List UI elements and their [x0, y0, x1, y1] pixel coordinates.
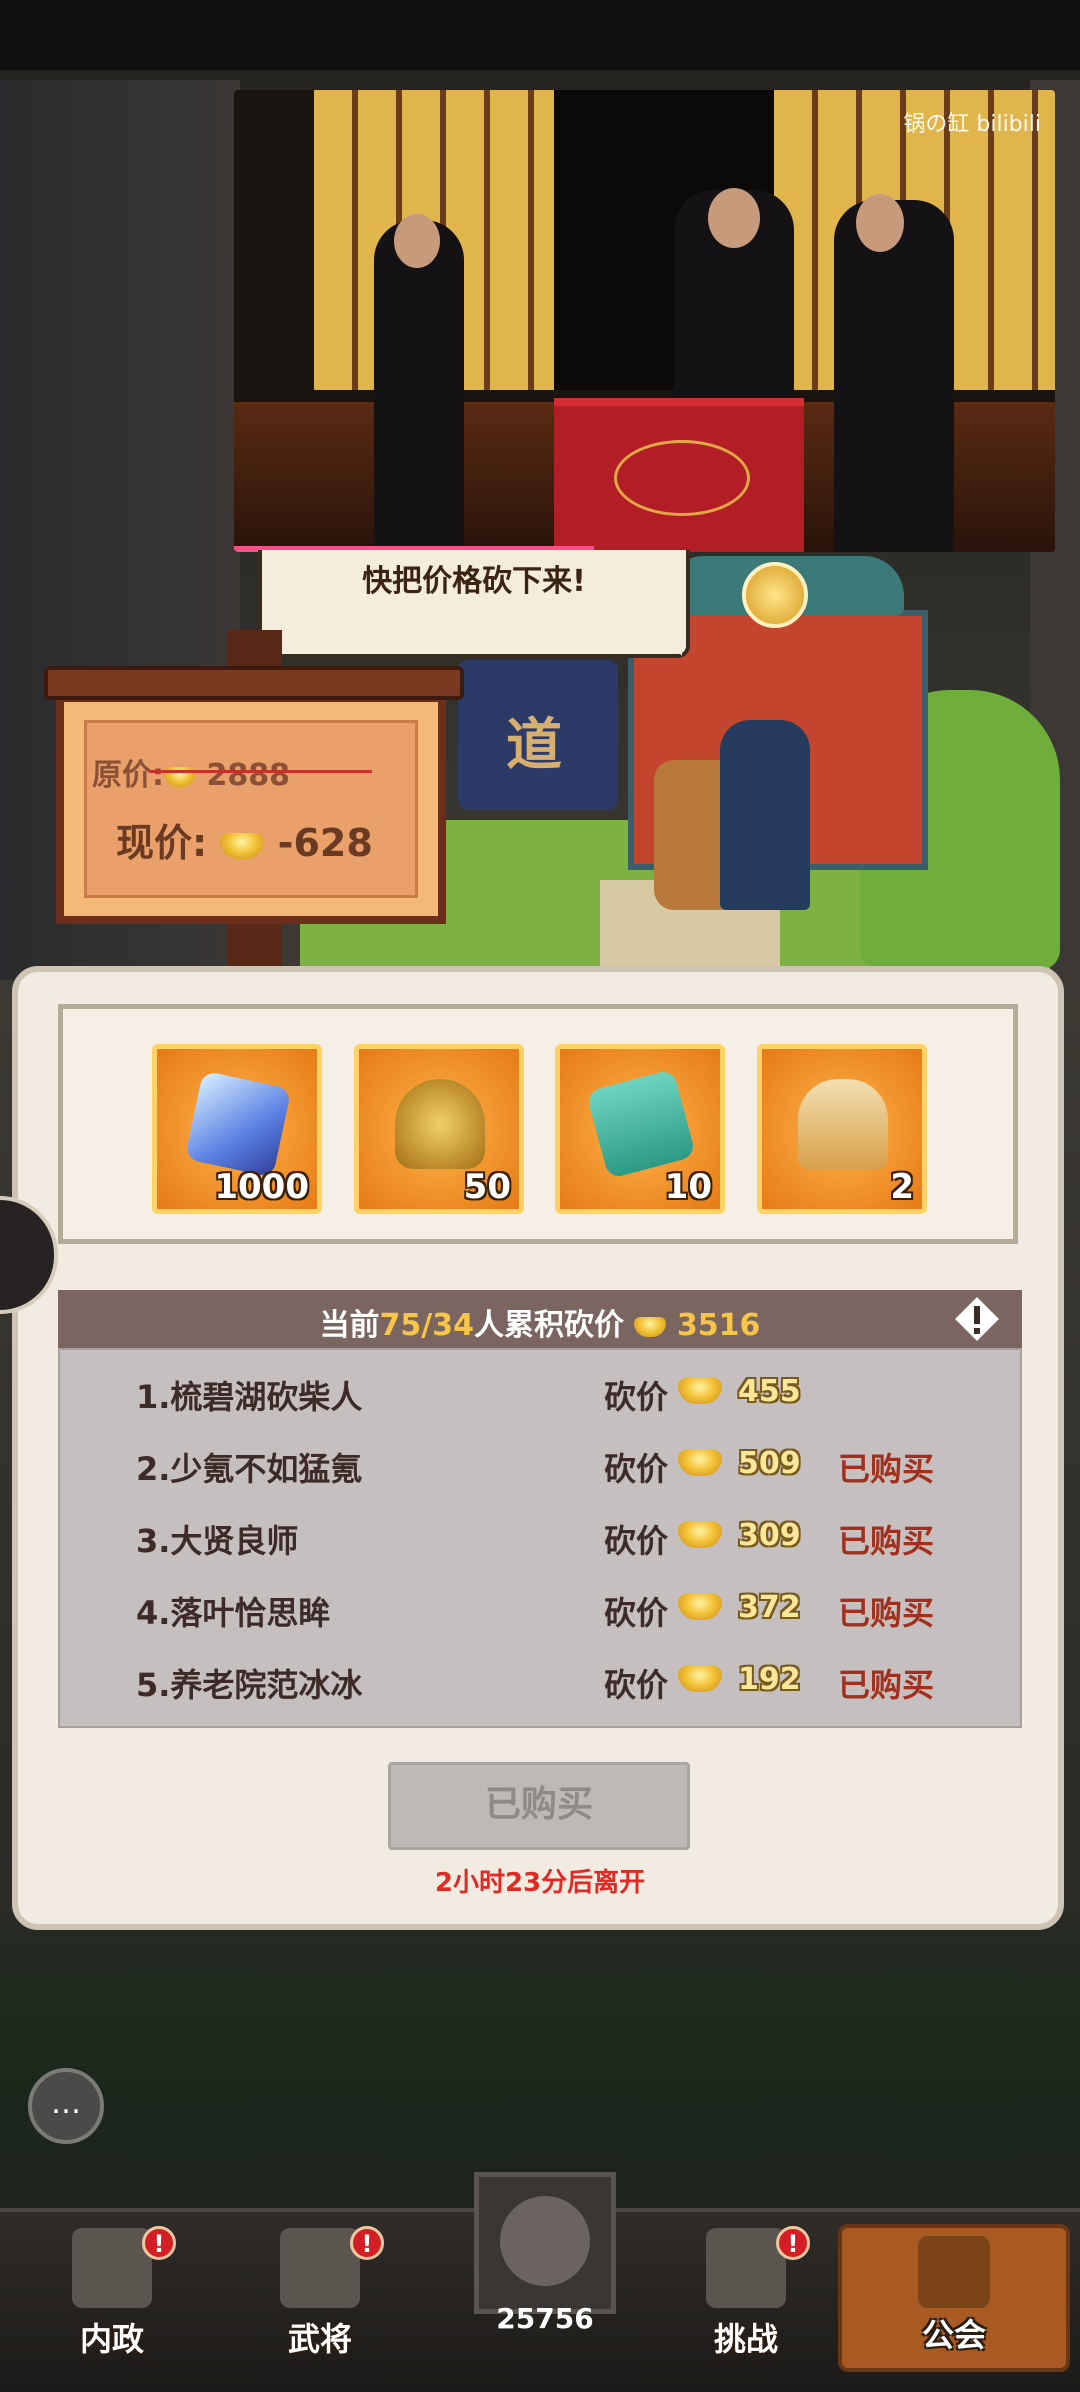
cut-label: 砍价 [604, 1378, 669, 1416]
leave-timer: 2小时23分后离开 [434, 1868, 646, 1898]
alert-badge: ! [350, 2226, 384, 2260]
coin-icon [742, 562, 808, 628]
gold-ingot-icon [634, 1316, 667, 1337]
current-price-label: 现价: [116, 821, 208, 865]
performer [374, 220, 464, 552]
boss-count: 25756 [496, 2302, 594, 2335]
chest-icon [706, 2228, 786, 2308]
cut-amount: 372 [738, 1590, 801, 1625]
bell-icon [395, 1079, 485, 1169]
cut-amount: 192 [738, 1662, 801, 1697]
cut-amount: 509 [738, 1446, 801, 1481]
bargainer-name: 4.落叶恰思眸 [136, 1594, 331, 1632]
cut-amount: 309 [738, 1518, 801, 1553]
nav-item-internal-affairs[interactable]: ! 内政 [22, 2218, 202, 2378]
video-player[interactable]: 锅の缸 bilibili [234, 90, 1055, 552]
reward-item-scroll[interactable]: 10 [555, 1044, 725, 1214]
list-item: 4.落叶恰思眸 砍价 372 已购买 [60, 1574, 1024, 1646]
charm-icon [798, 1079, 888, 1169]
bargainer-name: 5.养老院范冰冰 [136, 1666, 363, 1704]
list-item: 2.少氪不如猛氪 砍价 509 已购买 [60, 1430, 1024, 1502]
guild-icon [918, 2236, 990, 2308]
alert-badge: ! [142, 2226, 176, 2260]
list-item: 3.大贤良师 砍价 309 已购买 [60, 1502, 1024, 1574]
video-watermark: 锅の缸 bilibili [903, 112, 1041, 137]
reward-item-charm[interactable]: 2 [757, 1044, 927, 1214]
chat-bubble-icon[interactable]: … [28, 2068, 104, 2144]
gold-ingot-icon [678, 1666, 722, 1692]
list-item: 5.养老院范冰冰 砍价 192 已购买 [60, 1646, 1024, 1718]
purchase-status: 已购买 [838, 1594, 935, 1632]
price-board [56, 694, 446, 924]
reward-qty: 50 [463, 1167, 511, 1207]
skull-icon [500, 2196, 590, 2286]
nav-label: 内政 [79, 2320, 144, 2358]
purchase-status: 已购买 [838, 1522, 935, 1560]
bargain-summary-text: 当前75/34人累积砍价 3516 [58, 1300, 1022, 1344]
nav-item-challenge[interactable]: ! 挑战 [656, 2218, 836, 2378]
purchase-status: 已购买 [838, 1666, 935, 1704]
reward-qty: 10 [664, 1167, 712, 1207]
purchase-status: 已购买 [838, 1450, 935, 1488]
gold-ingot-icon [678, 1450, 722, 1476]
summary-total: 3516 [676, 1308, 761, 1343]
info-icon[interactable] [950, 1292, 1004, 1346]
status-bar [0, 0, 1080, 70]
tao-banner-char: 道 [506, 713, 562, 778]
nav-label: 挑战 [713, 2320, 778, 2358]
speech-bubble-tail [660, 630, 682, 656]
price-board-top [44, 666, 464, 700]
price-board-panel [84, 720, 418, 898]
gold-ingot-icon [220, 832, 265, 859]
nav-item-guild[interactable]: 公会 [838, 2224, 1070, 2372]
performer-head [856, 194, 904, 252]
strikethrough-line [150, 770, 372, 773]
gold-ingot-icon [678, 1522, 722, 1548]
nav-item-generals[interactable]: ! 武将 [230, 2218, 410, 2378]
performer [834, 200, 954, 552]
merchant-sprite[interactable] [720, 720, 810, 910]
bargain-list: 1.梳碧湖砍柴人 砍价 455 2.少氪不如猛氪 砍价 509 已购买 3.大贤… [58, 1348, 1022, 1728]
summary-count: 75/34 [379, 1308, 475, 1343]
bargainer-name: 1.梳碧湖砍柴人 [136, 1378, 363, 1416]
nav-label: 公会 [921, 2316, 986, 2354]
cut-label: 砍价 [604, 1522, 669, 1560]
summary-prefix: 当前 [319, 1308, 380, 1343]
original-price-label: 原价: [92, 758, 164, 793]
original-price-value: 2888 [206, 758, 290, 793]
bought-button[interactable]: 已购买 [388, 1762, 690, 1850]
bargainer-name: 3.大贤良师 [136, 1522, 299, 1560]
speech-text: 快把价格砍下来! [362, 564, 586, 599]
cut-amount: 455 [738, 1374, 801, 1409]
cut-label: 砍价 [604, 1666, 669, 1704]
reward-qty: 2 [890, 1167, 914, 1207]
bargainer-name: 2.少氪不如猛氪 [136, 1450, 363, 1488]
bargain-summary-header: 当前75/34人累积砍价 3516 [58, 1290, 1022, 1348]
alert-badge: ! [776, 2226, 810, 2260]
performer-head [708, 188, 760, 248]
current-price-row: 现价: -628 [116, 812, 373, 867]
scroll-icon [585, 1068, 697, 1180]
nav-label: 武将 [287, 2320, 352, 2358]
summary-suffix: 人累积砍价 [474, 1308, 625, 1343]
reward-item-crystal[interactable]: 1000 [152, 1044, 322, 1214]
speech-bubble: 快把价格砍下来! [258, 550, 690, 658]
cut-label: 砍价 [604, 1450, 669, 1488]
crystal-icon [184, 1070, 292, 1178]
list-item: 1.梳碧湖砍柴人 砍价 455 [60, 1358, 1024, 1430]
reward-qty: 1000 [214, 1167, 309, 1207]
hall-icon [72, 2228, 152, 2308]
table-embroidery [614, 440, 750, 516]
cut-label: 砍价 [604, 1594, 669, 1632]
performer-head [394, 214, 440, 268]
reward-item-bell[interactable]: 50 [354, 1044, 524, 1214]
card-icon [280, 2228, 360, 2308]
gold-ingot-icon [678, 1594, 722, 1620]
current-price-value: -628 [277, 821, 373, 865]
gold-ingot-icon [678, 1378, 722, 1404]
